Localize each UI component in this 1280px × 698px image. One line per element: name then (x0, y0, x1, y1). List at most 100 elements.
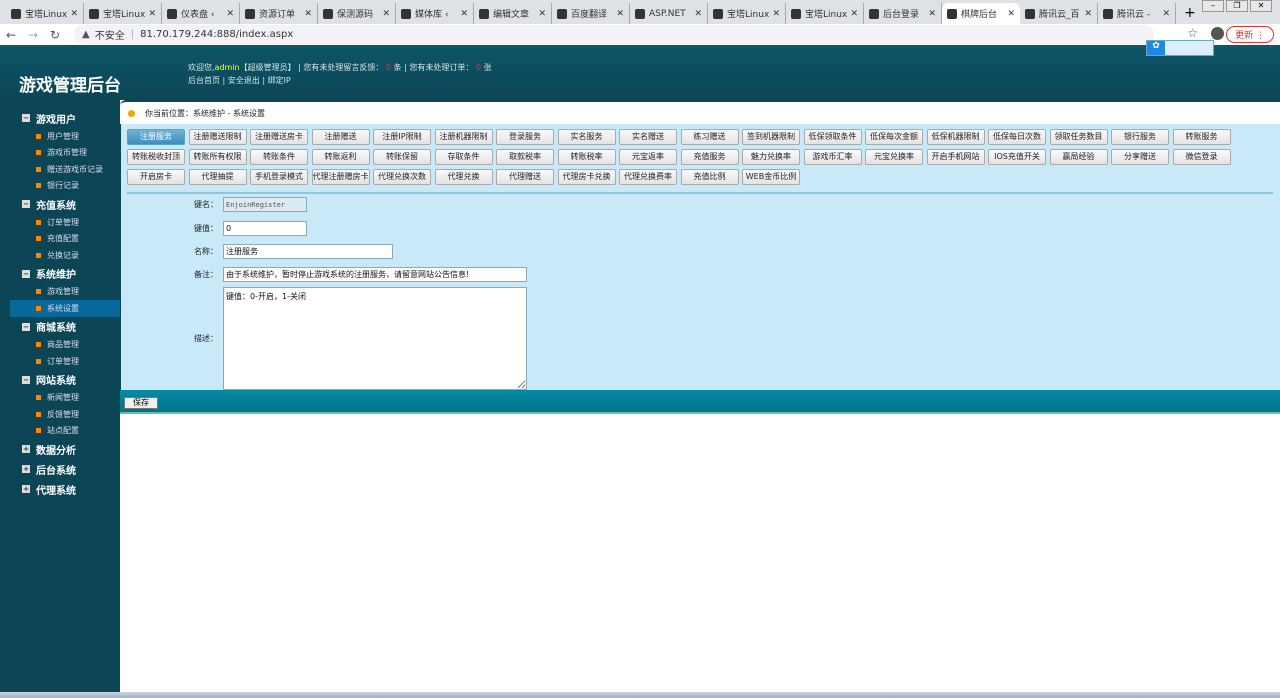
setting-button[interactable]: 代理抽提 (188, 169, 247, 185)
setting-button[interactable]: 练习赠送 (680, 129, 739, 145)
sidebar-group[interactable]: − 游戏用户 (0, 108, 120, 128)
setting-button[interactable]: 开启手机网站 (926, 149, 985, 165)
close-tab-icon[interactable]: ✕ (616, 9, 624, 19)
sidebar-group[interactable]: − 系统维护 (0, 264, 120, 284)
setting-button[interactable]: 魅力兑换率 (742, 149, 800, 165)
setting-button[interactable]: 元宝兑换率 (865, 149, 923, 165)
close-window-button[interactable]: ✕ (1250, 0, 1272, 12)
description-textarea[interactable]: 键值：0-开启，1-关闭 (223, 287, 527, 390)
sidebar-item[interactable]: 系统设置 (10, 300, 120, 317)
extension-popup[interactable]: ✿ (1146, 40, 1214, 56)
sidebar-item[interactable]: 新闻管理 (10, 390, 120, 407)
sidebar-group[interactable]: + 后台系统 (0, 459, 120, 479)
close-tab-icon[interactable]: ✕ (226, 9, 234, 19)
setting-button[interactable]: 代理兑换次数 (373, 169, 431, 185)
sidebar-group[interactable]: − 网站系统 (0, 370, 120, 390)
setting-button[interactable]: 注册赠送房卡 (250, 129, 308, 145)
setting-button[interactable]: 注册赠送 (311, 129, 370, 145)
setting-button[interactable]: 存取条件 (434, 149, 493, 165)
close-tab-icon[interactable]: ✕ (772, 9, 780, 19)
close-tab-icon[interactable]: ✕ (148, 9, 156, 19)
setting-button[interactable]: 转账条件 (250, 149, 308, 165)
setting-button[interactable]: 代理房卡兑换 (557, 169, 616, 185)
browser-tab[interactable]: 编辑文章 ✕ (474, 3, 552, 24)
setting-button[interactable]: 注册IP限制 (373, 129, 431, 145)
setting-button[interactable]: 转账服务 (1172, 129, 1231, 145)
sidebar-group[interactable]: − 充值系统 (0, 194, 120, 214)
browser-tab[interactable]: 仪表盘 ‹ ✕ (162, 3, 240, 24)
setting-button[interactable]: 代理兑换 (434, 169, 493, 185)
browser-tab[interactable]: 宝塔Linux ✕ (6, 3, 84, 24)
setting-button[interactable]: 游戏币汇率 (803, 149, 862, 165)
bookmark-star-icon[interactable]: ☆ (1187, 26, 1198, 40)
close-tab-icon[interactable]: ✕ (538, 9, 546, 19)
back-icon[interactable]: ← (0, 28, 22, 42)
note-input[interactable] (223, 267, 527, 282)
forward-icon[interactable]: → (22, 28, 44, 42)
close-tab-icon[interactable]: ✕ (850, 9, 858, 19)
setting-button[interactable]: 转账返利 (311, 149, 370, 165)
browser-tab[interactable]: 棋牌后台 ✕ (942, 3, 1020, 24)
sidebar-item[interactable]: 反馈管理 (10, 406, 120, 423)
sidebar-item[interactable]: 站点配置 (10, 423, 120, 440)
setting-button[interactable]: 取款税率 (496, 149, 554, 165)
browser-tab[interactable]: 腾讯云 - ✕ (1098, 3, 1176, 24)
setting-button[interactable]: 代理注册赠房卡 (311, 169, 370, 185)
setting-button[interactable]: 分享赠送 (1111, 149, 1169, 165)
setting-button[interactable]: 元宝返率 (619, 149, 677, 165)
sidebar-item[interactable]: 充值配置 (10, 231, 120, 248)
sidebar-item[interactable]: 赠送游戏币记录 (10, 161, 120, 178)
sidebar-group[interactable]: + 数据分析 (0, 439, 120, 459)
close-tab-icon[interactable]: ✕ (70, 9, 78, 19)
setting-button[interactable]: 转账保留 (373, 149, 431, 165)
sidebar-item[interactable]: 兑换记录 (10, 247, 120, 264)
sidebar-item[interactable]: 游戏管理 (10, 284, 120, 301)
sidebar-item[interactable]: 银行记录 (10, 178, 120, 195)
browser-tab[interactable]: ASP.NET ✕ (630, 3, 708, 24)
close-tab-icon[interactable]: ✕ (1084, 9, 1092, 19)
sidebar-item[interactable]: 游戏币管理 (10, 145, 120, 162)
setting-button[interactable]: 充值比例 (680, 169, 739, 185)
close-tab-icon[interactable]: ✕ (1162, 9, 1170, 19)
browser-tab[interactable]: 资源订单 ✕ (240, 3, 318, 24)
key-name-input[interactable] (223, 197, 307, 212)
close-tab-icon[interactable]: ✕ (382, 9, 390, 19)
setting-button[interactable]: 登录服务 (496, 129, 554, 145)
setting-button[interactable]: IOS充值开关 (988, 149, 1046, 165)
bind-ip-link[interactable]: 绑定IP (268, 76, 291, 85)
setting-button[interactable]: 低保每次金额 (865, 129, 923, 145)
setting-button[interactable]: 低保机器限制 (926, 129, 985, 145)
new-tab-button[interactable]: + (1176, 3, 1204, 24)
reload-icon[interactable]: ↻ (44, 28, 66, 42)
browser-tab[interactable]: 宝塔Linux ✕ (84, 3, 162, 24)
setting-button[interactable]: 低保每日次数 (988, 129, 1046, 145)
url-field[interactable]: ▲ 不安全 | 81.70.179.244:888/index.aspx (74, 25, 1154, 44)
setting-button[interactable]: 领取任务数目 (1049, 129, 1108, 145)
setting-button[interactable]: 转账所有权限 (188, 149, 247, 165)
close-tab-icon[interactable]: ✕ (1007, 9, 1015, 19)
setting-button[interactable]: 低保领取条件 (803, 129, 862, 145)
minimize-button[interactable]: – (1202, 0, 1224, 12)
close-tab-icon[interactable]: ✕ (694, 9, 702, 19)
browser-tab[interactable]: 腾讯云_百 ✕ (1020, 3, 1098, 24)
restore-button[interactable]: ❐ (1226, 0, 1248, 12)
update-button[interactable]: 更新 ⋮ (1226, 26, 1274, 43)
close-tab-icon[interactable]: ✕ (928, 9, 936, 19)
sidebar-item[interactable]: 用户管理 (10, 128, 120, 145)
browser-tab[interactable]: 媒体库 ‹ ✕ (396, 3, 474, 24)
sidebar-item[interactable]: 订单管理 (10, 214, 120, 231)
browser-tab[interactable]: 宝塔Linux ✕ (786, 3, 864, 24)
browser-tab[interactable]: 后台登录 ✕ (864, 3, 942, 24)
setting-button[interactable]: 银行服务 (1111, 129, 1169, 145)
setting-button[interactable]: 充值服务 (680, 149, 739, 165)
setting-button[interactable]: 微信登录 (1172, 149, 1231, 165)
setting-button[interactable]: 注册服务 (127, 129, 185, 145)
sidebar-group[interactable]: − 商城系统 (0, 317, 120, 337)
setting-button[interactable]: 转账税收封顶 (127, 149, 185, 165)
setting-button[interactable]: 实名服务 (557, 129, 616, 145)
sidebar-item[interactable]: 商品管理 (10, 337, 120, 354)
home-link[interactable]: 后台首页 (188, 76, 220, 85)
logout-link[interactable]: 安全退出 (228, 76, 260, 85)
browser-tab[interactable]: 保测源码 ✕ (318, 3, 396, 24)
setting-button[interactable]: 手机登录模式 (250, 169, 308, 185)
